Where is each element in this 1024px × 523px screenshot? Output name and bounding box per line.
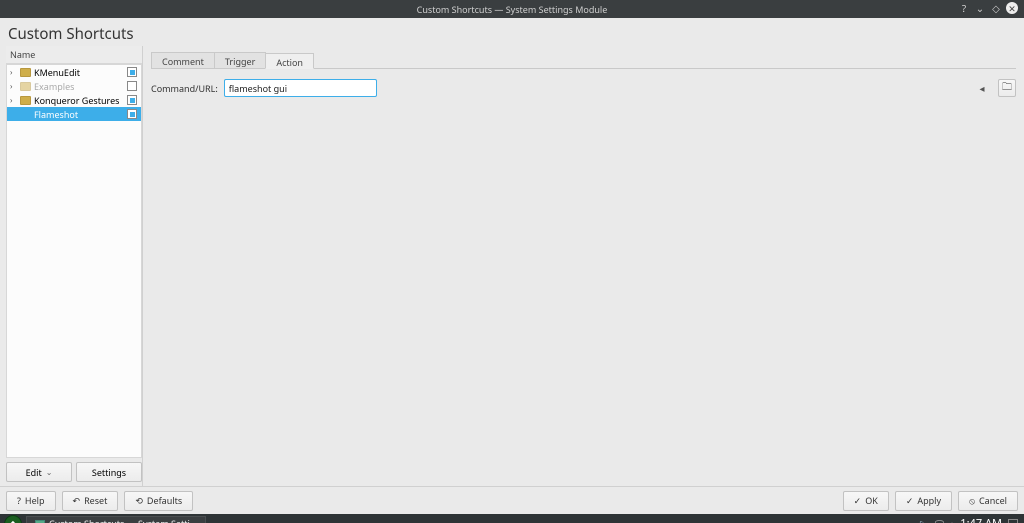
apply-button[interactable]: ✓Apply: [895, 491, 952, 511]
refresh-icon: ⟲: [135, 494, 143, 507]
chevron-right-icon[interactable]: ›: [10, 95, 17, 106]
taskbar-task[interactable]: Custom Shortcuts — System Setti...: [26, 516, 206, 523]
tree-item-label: Flameshot: [20, 108, 124, 121]
tree-item-label: Konqueror Gestures: [34, 94, 124, 107]
check-icon: ✓: [854, 494, 862, 507]
help-icon[interactable]: ?: [958, 2, 970, 14]
system-tray: 🔈 🖵 ▴ 1:47 AM: [918, 516, 1024, 523]
settings-button[interactable]: Settings: [76, 462, 142, 482]
tree-item-label: KMenuEdit: [34, 66, 124, 79]
main-area: Name › KMenuEdit › Examples › Konqueror …: [0, 46, 1024, 486]
undo-icon: ↶: [73, 494, 81, 507]
folder-open-icon: 🗀: [1002, 79, 1012, 97]
folder-icon: [20, 96, 31, 105]
help-icon: ?: [17, 494, 21, 507]
browse-button[interactable]: 🗀: [998, 79, 1016, 97]
tree-item-flameshot[interactable]: Flameshot: [7, 107, 141, 121]
checkbox[interactable]: [127, 81, 137, 91]
tab-trigger[interactable]: Trigger: [214, 52, 266, 68]
window-controls: ? ⌄ ◇ ✕: [958, 2, 1018, 14]
detail-panel: Comment Trigger Action Command/URL: ◂ 🗀: [143, 46, 1024, 486]
tree-item-kmenuedit[interactable]: › KMenuEdit: [7, 65, 141, 79]
window-title: Custom Shortcuts — System Settings Modul…: [417, 3, 608, 16]
ok-button[interactable]: ✓OK: [843, 491, 889, 511]
maximize-icon[interactable]: ◇: [990, 2, 1002, 14]
clock[interactable]: 1:47 AM: [960, 516, 1002, 523]
cancel-button[interactable]: ⦸Cancel: [958, 491, 1018, 511]
show-desktop-icon[interactable]: [1008, 519, 1018, 523]
command-input[interactable]: [224, 79, 377, 97]
chevron-right-icon[interactable]: ›: [10, 67, 17, 78]
defaults-button[interactable]: ⟲Defaults: [124, 491, 193, 511]
tab-comment[interactable]: Comment: [151, 52, 215, 68]
close-icon[interactable]: ✕: [1006, 2, 1018, 14]
command-input-wrap: ◂: [224, 79, 992, 97]
dialog-footer: ?Help ↶Reset ⟲Defaults ✓OK ✓Apply ⦸Cance…: [0, 486, 1024, 514]
command-row: Command/URL: ◂ 🗀: [151, 79, 1016, 97]
checkbox[interactable]: [127, 95, 137, 105]
edit-button-label: Edit: [26, 466, 42, 479]
tree-header[interactable]: Name: [6, 46, 142, 64]
sidebar-buttons: Edit ⌄ Settings: [6, 458, 142, 486]
taskbar: ◆ Custom Shortcuts — System Setti... 🔈 🖵…: [0, 514, 1024, 523]
window-titlebar: Custom Shortcuts — System Settings Modul…: [0, 0, 1024, 18]
folder-icon: [20, 82, 31, 91]
chevron-down-icon: ⌄: [46, 467, 53, 478]
tree-item-label: Examples: [34, 80, 124, 93]
reset-button[interactable]: ↶Reset: [62, 491, 119, 511]
taskbar-task-label: Custom Shortcuts — System Setti...: [49, 517, 197, 523]
checkbox[interactable]: [127, 67, 137, 77]
tree-item-konqueror-gestures[interactable]: › Konqueror Gestures: [7, 93, 141, 107]
start-menu-icon[interactable]: ◆: [4, 515, 22, 523]
minimize-icon[interactable]: ⌄: [974, 2, 986, 14]
folder-icon: [20, 68, 31, 77]
shortcut-tree[interactable]: › KMenuEdit › Examples › Konqueror Gestu…: [6, 64, 142, 458]
check-icon: ✓: [906, 494, 914, 507]
clear-icon[interactable]: ◂: [975, 81, 989, 95]
window-icon: [35, 520, 45, 523]
edit-button[interactable]: Edit ⌄: [6, 462, 72, 482]
tab-action[interactable]: Action: [265, 53, 314, 69]
command-label: Command/URL:: [151, 82, 218, 95]
chevron-right-icon[interactable]: ›: [10, 81, 17, 92]
display-icon[interactable]: 🖵: [935, 517, 944, 523]
volume-icon[interactable]: 🔈: [918, 517, 929, 523]
up-icon[interactable]: ▴: [950, 517, 955, 523]
sidebar: Name › KMenuEdit › Examples › Konqueror …: [6, 46, 143, 486]
page-title: Custom Shortcuts: [0, 18, 1024, 46]
detail-tabs: Comment Trigger Action: [151, 52, 1016, 69]
tree-item-examples[interactable]: › Examples: [7, 79, 141, 93]
checkbox[interactable]: [127, 109, 137, 119]
help-button[interactable]: ?Help: [6, 491, 56, 511]
cancel-icon: ⦸: [969, 494, 975, 507]
settings-button-label: Settings: [92, 466, 126, 479]
